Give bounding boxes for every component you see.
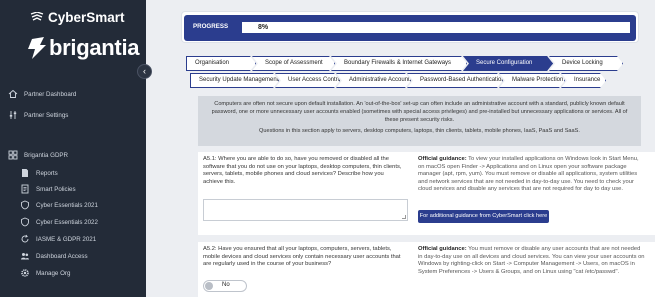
- toggle-knob: [205, 282, 213, 290]
- question-text: A5.1: Where you are able to do so, have …: [203, 156, 402, 185]
- sidebar-item-label: Reports: [36, 169, 58, 177]
- chevron-left-icon: ‹: [143, 66, 146, 76]
- sidebar-item-label: Cyber Essentials 2022: [36, 218, 98, 226]
- sidebar-item-label: Brigantia GDPR: [24, 151, 69, 159]
- document-icon: [22, 169, 28, 177]
- sidebar-item-label: Manage Org: [36, 269, 71, 277]
- cybersmart-logo[interactable]: CyberSmart: [30, 10, 125, 25]
- sidebar: CyberSmart brigantia Partner Dashboard P…: [0, 0, 146, 297]
- sidebar-item-label: Dashboard Access: [36, 252, 88, 260]
- yes-no-toggle[interactable]: No: [203, 280, 247, 292]
- additional-guidance-button[interactable]: For additional guidance from CyberSmart …: [418, 210, 549, 223]
- sidebar-item-dashboard-access[interactable]: Dashboard Access: [20, 251, 88, 261]
- answer-textarea[interactable]: [203, 199, 408, 221]
- progress-track: 8%: [242, 22, 630, 33]
- question-text: A5.2: Have you ensured that all your lap…: [203, 246, 401, 268]
- progress-value: 8%: [258, 24, 269, 31]
- sidebar-item-partner-dashboard[interactable]: Partner Dashboard: [8, 89, 76, 99]
- tab-scope-of-assessment[interactable]: Scope of Assessment: [252, 56, 335, 71]
- shield-check-icon: [21, 200, 29, 210]
- sidebar-item-smart-policies[interactable]: Smart Policies: [20, 184, 76, 194]
- tab-security-update-management[interactable]: Security Update Management: [190, 73, 279, 88]
- brigantia-icon: [28, 37, 46, 59]
- brigantia-wordmark: brigantia: [49, 35, 140, 60]
- sidebar-item-reports[interactable]: Reports: [20, 168, 58, 178]
- cybersmart-logo-icon: [30, 11, 44, 21]
- sidebar-item-label: Partner Dashboard: [24, 90, 77, 98]
- main-content: PROGRESS 8% Organisation Scope of Assess…: [146, 0, 655, 297]
- tab-boundary-firewalls[interactable]: Boundary Firewalls & Internet Gateways: [331, 56, 467, 71]
- section-tabs-row-1: Organisation Scope of Assessment Boundar…: [186, 56, 619, 71]
- progress-label: PROGRESS: [193, 23, 229, 30]
- gear-icon: [21, 269, 29, 277]
- sidebar-item-iasme-gdpr-2021[interactable]: IASME & GDPR 2021: [20, 234, 96, 244]
- tab-malware-protection[interactable]: Malware Protection: [499, 73, 565, 88]
- section-notice: Computers are often not secure upon defa…: [198, 96, 641, 146]
- section-tabs-row-2: Security Update Management User Access C…: [190, 73, 602, 88]
- toggle-label: No: [222, 282, 230, 288]
- notice-text: Computers are often not secure upon defa…: [211, 101, 628, 123]
- progress-fill: 8%: [242, 22, 630, 33]
- grid-icon: [8, 150, 18, 160]
- sidebar-item-label: Partner Settings: [24, 111, 69, 119]
- tab-password-based-authentication[interactable]: Password-Based Authentication: [407, 73, 503, 88]
- question-card-a5-1: A5.1: Where you are able to do so, have …: [198, 152, 655, 235]
- policy-icon: [21, 184, 29, 194]
- sidebar-collapse-button[interactable]: ‹: [137, 64, 152, 79]
- sidebar-item-label: Cyber Essentials 2021: [36, 201, 98, 209]
- notice-scope-text: Questions in this section apply to serve…: [259, 128, 580, 134]
- sidebar-item-label: IASME & GDPR 2021: [36, 235, 97, 243]
- home-icon: [8, 89, 18, 98]
- refresh-icon: [21, 234, 29, 243]
- progress-panel: PROGRESS 8%: [181, 11, 639, 43]
- tab-user-access-control[interactable]: User Access Control: [275, 73, 340, 88]
- tab-administrative-accounts[interactable]: Administrative Accounts: [336, 73, 411, 88]
- progress-bar: PROGRESS 8%: [184, 15, 636, 41]
- sidebar-item-brigantia-gdpr[interactable]: Brigantia GDPR: [8, 150, 68, 160]
- shield-check-icon: [21, 217, 29, 227]
- sliders-icon: [9, 111, 17, 119]
- official-guidance: Official guidance: You must remove or di…: [418, 246, 645, 275]
- brand-name: CyberSmart: [48, 10, 125, 25]
- sidebar-item-cyber-essentials-2022[interactable]: Cyber Essentials 2022: [20, 217, 98, 227]
- tab-organisation[interactable]: Organisation: [186, 56, 256, 71]
- official-guidance: Official guidance: To view your installe…: [418, 156, 639, 193]
- sidebar-item-partner-settings[interactable]: Partner Settings: [8, 110, 68, 120]
- sidebar-item-label: Smart Policies: [36, 185, 76, 193]
- tab-secure-configuration[interactable]: Secure Configuration: [463, 56, 553, 71]
- sidebar-item-manage-org[interactable]: Manage Org: [20, 268, 70, 278]
- sidebar-item-cyber-essentials-2021[interactable]: Cyber Essentials 2021: [20, 200, 98, 210]
- people-icon: [21, 253, 29, 260]
- question-card-a5-2: A5.2: Have you ensured that all your lap…: [198, 242, 655, 297]
- resize-handle-icon[interactable]: [402, 215, 406, 219]
- tab-insurance[interactable]: Insurance: [561, 73, 606, 88]
- brigantia-logo: brigantia: [26, 35, 140, 61]
- tab-device-locking[interactable]: Device Locking: [549, 56, 623, 71]
